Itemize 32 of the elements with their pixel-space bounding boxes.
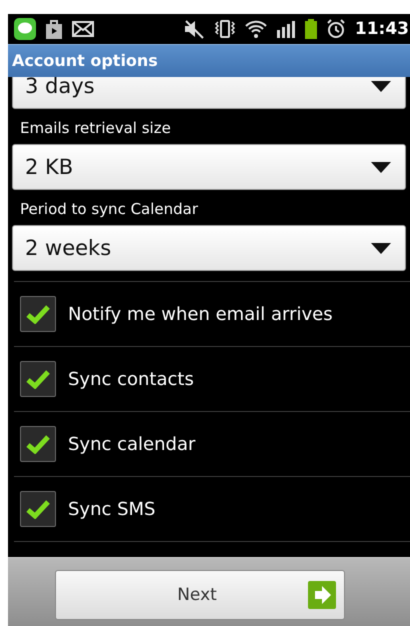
next-button[interactable]: Next bbox=[55, 570, 345, 620]
check-icon bbox=[26, 434, 50, 454]
mail-icon bbox=[72, 21, 94, 37]
shopping-bag-icon bbox=[45, 19, 63, 39]
dropdown-caret-icon bbox=[371, 162, 391, 172]
alarm-icon bbox=[326, 19, 346, 39]
battery-icon bbox=[304, 19, 317, 39]
dropdown[interactable]: 2 weeks bbox=[12, 225, 406, 271]
check-icon bbox=[26, 499, 50, 519]
vibrate-icon bbox=[214, 18, 236, 40]
checkbox[interactable] bbox=[20, 491, 56, 527]
checkbox-label: Notify me when email arrives bbox=[68, 304, 333, 324]
chat-app-icon bbox=[14, 18, 36, 40]
setting-label: Emails retrieval size bbox=[19, 119, 172, 139]
dropdown[interactable]: 3 days bbox=[12, 77, 406, 109]
checkbox-label: Sync calendar bbox=[68, 434, 196, 454]
checkbox[interactable] bbox=[20, 296, 56, 332]
check-icon bbox=[26, 369, 50, 389]
dropdown[interactable]: 2 KB bbox=[12, 144, 406, 190]
check-icon bbox=[26, 304, 50, 324]
signal-icon bbox=[276, 20, 296, 38]
checkbox[interactable] bbox=[20, 426, 56, 462]
setting-label: Period to sync Calendar bbox=[19, 200, 200, 220]
dropdown-caret-icon bbox=[371, 80, 391, 92]
status-time: 11:43 bbox=[354, 19, 410, 39]
checkbox-label: Sync SMS bbox=[68, 498, 156, 520]
screen-title: Account options bbox=[11, 50, 158, 70]
wifi-icon bbox=[244, 19, 267, 39]
checkbox-label: Sync contacts bbox=[68, 368, 194, 390]
checkbox[interactable] bbox=[20, 361, 56, 397]
dropdown-caret-icon bbox=[371, 242, 391, 254]
mute-icon bbox=[182, 19, 205, 39]
